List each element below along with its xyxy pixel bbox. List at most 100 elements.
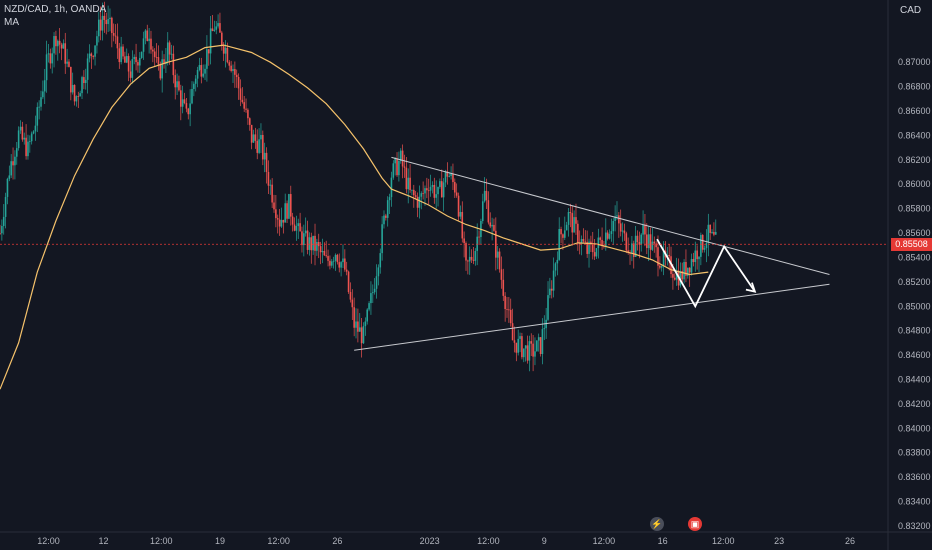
candle-body — [159, 64, 162, 79]
y-tick-label: 0.87000 — [898, 57, 931, 67]
candle-body — [25, 137, 27, 157]
candle-body — [51, 53, 53, 64]
calendar-event-icon[interactable]: ▣ — [688, 517, 702, 531]
x-tick-label: 9 — [542, 536, 547, 546]
candle-body — [288, 194, 290, 219]
candle-body — [99, 19, 102, 31]
candle-body — [15, 148, 18, 157]
candle-body — [422, 193, 424, 195]
candle-body — [299, 223, 301, 232]
candle-body — [340, 262, 342, 268]
candle-body — [700, 234, 702, 257]
y-tick-label: 0.86200 — [898, 155, 931, 165]
candle-body — [204, 68, 206, 74]
candle-body — [709, 224, 711, 233]
candle-body — [327, 256, 329, 261]
candle-body — [530, 341, 533, 344]
candle-body — [53, 36, 55, 54]
candle-body — [234, 69, 236, 75]
candle-body — [168, 42, 171, 55]
candle-body — [649, 234, 652, 250]
y-tick-label: 0.83600 — [898, 472, 931, 482]
candle-body — [245, 108, 247, 110]
candle-body — [521, 336, 523, 358]
candle-body — [241, 99, 244, 103]
candle-body — [103, 15, 106, 20]
candle-body — [330, 261, 333, 266]
candle-body — [56, 40, 59, 47]
candle-body — [47, 53, 50, 55]
candle-body — [114, 35, 117, 37]
candle-body — [273, 202, 275, 210]
candle-body — [209, 28, 212, 54]
candle-body — [189, 103, 191, 115]
candle-body — [29, 141, 31, 143]
candle-body — [312, 235, 314, 251]
candle-body — [591, 244, 594, 253]
candle-body — [372, 292, 374, 294]
candle-body — [489, 222, 492, 227]
candle-body — [148, 38, 150, 41]
y-tick-label: 0.86400 — [898, 130, 931, 140]
candle-body — [32, 131, 35, 134]
candle-body — [448, 175, 451, 177]
x-tick-label: 26 — [332, 536, 342, 546]
candle-body — [321, 250, 324, 253]
candle-body — [532, 343, 534, 357]
candle-body — [14, 156, 16, 166]
candle-body — [506, 309, 508, 310]
candle-body — [625, 233, 628, 251]
candle-body — [338, 262, 341, 268]
candle-body — [698, 256, 700, 260]
candle-body — [172, 53, 175, 76]
y-tick-label: 0.86000 — [898, 179, 931, 189]
candle-body — [84, 79, 87, 84]
candle-body — [476, 236, 478, 251]
candle-body — [10, 161, 12, 176]
candle-body — [336, 254, 339, 263]
candle-body — [127, 56, 130, 72]
candle-body — [459, 211, 462, 217]
candle-body — [308, 237, 311, 250]
candle-body — [504, 295, 506, 310]
candle-body — [368, 303, 370, 310]
candle-body — [129, 71, 132, 78]
candle-body — [442, 182, 445, 198]
candle-body — [444, 171, 447, 183]
candle-body — [612, 221, 615, 232]
candle-body — [252, 134, 255, 143]
candle-body — [224, 47, 227, 54]
candle-body — [409, 177, 411, 191]
candle-body — [543, 328, 546, 330]
candle-body — [426, 188, 428, 191]
candle-body — [70, 66, 72, 93]
candle-body — [73, 84, 76, 102]
candle-body — [250, 124, 253, 143]
candle-body — [349, 291, 352, 300]
candle-body — [96, 36, 98, 46]
candle-body — [200, 65, 203, 77]
candle-body — [558, 229, 560, 260]
candle-body — [150, 38, 152, 50]
candle-body — [370, 293, 372, 304]
candle-body — [705, 242, 708, 249]
candle-body — [584, 241, 587, 243]
candle-body — [34, 125, 37, 132]
candle-body — [647, 234, 650, 249]
indicator-label[interactable]: MA — [4, 17, 19, 28]
candle-body — [452, 173, 454, 183]
price-chart[interactable]: 0.87000 0.86800 0.86600 0.86400 0.86200 0.860… — [0, 0, 932, 550]
candle-body — [463, 238, 465, 244]
candle-body — [536, 340, 538, 352]
candle-body — [344, 258, 346, 270]
candle-body — [213, 29, 216, 31]
candle-body — [222, 45, 225, 54]
candle-body — [388, 197, 391, 201]
flash-icon[interactable]: ⚡ — [650, 517, 664, 531]
candle-body — [178, 81, 180, 91]
candle-body — [133, 56, 136, 60]
candle-body — [713, 231, 715, 235]
candle-body — [280, 219, 283, 227]
candle-body — [366, 309, 369, 322]
candle-body — [554, 263, 557, 271]
